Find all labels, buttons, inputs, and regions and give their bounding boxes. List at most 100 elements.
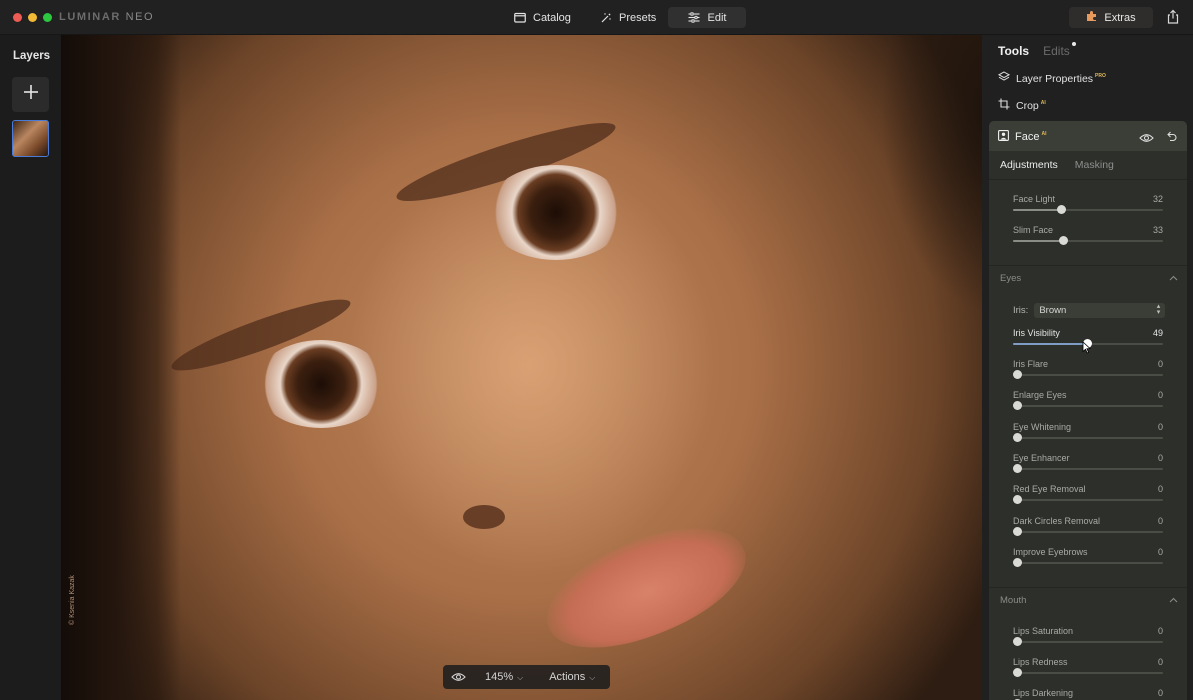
slider-enlarge-eyes[interactable]: Enlarge Eyes 0 xyxy=(1013,390,1163,416)
slider-value: 0 xyxy=(1157,657,1163,667)
slider-knob[interactable] xyxy=(1013,370,1022,379)
tab-edit-label: Edit xyxy=(707,11,727,24)
slider-dark-circles-removal[interactable]: Dark Circles Removal 0 xyxy=(1013,516,1163,542)
layer-thumbnail[interactable] xyxy=(12,120,49,157)
slider-track[interactable] xyxy=(1013,668,1163,677)
face-title: Face AI xyxy=(998,130,1046,144)
slider-track[interactable] xyxy=(1013,558,1163,567)
iris-row: Iris: Brown ▴ ▾ xyxy=(1013,303,1166,318)
logo-luminar: LUMINAR xyxy=(59,11,121,23)
slider-knob[interactable] xyxy=(1013,464,1022,473)
tab-edit[interactable]: Edit xyxy=(668,7,746,28)
tools-panel: Tools Edits Layer Properties PRO Crop AI F… xyxy=(982,35,1193,700)
slider-value: 0 xyxy=(1157,626,1163,636)
share-icon[interactable] xyxy=(1165,9,1181,25)
tab-presets-label: Presets xyxy=(619,11,657,24)
actions-dropdown[interactable]: Actions ⌵ xyxy=(549,671,595,683)
slider-value: 32 xyxy=(1152,194,1163,204)
slider-improve-eyebrows[interactable]: Improve Eyebrows 0 xyxy=(1013,547,1163,573)
chevron-up-icon xyxy=(1169,595,1178,606)
sparkle-icon xyxy=(599,11,612,24)
slider-knob[interactable] xyxy=(1013,527,1022,536)
slider-knob[interactable] xyxy=(1013,495,1022,504)
slider-label: Enlarge Eyes xyxy=(1013,390,1067,400)
slider-eye-whitening[interactable]: Eye Whitening 0 xyxy=(1013,422,1163,448)
chevron-up-icon xyxy=(1169,273,1178,284)
slider-value: 0 xyxy=(1157,453,1163,463)
slider-face-light[interactable]: Face Light 32 xyxy=(1013,194,1163,220)
section-mouth-header[interactable]: Mouth xyxy=(1000,595,1178,606)
visibility-eye-icon[interactable] xyxy=(1139,130,1154,148)
layer-properties-item[interactable]: Layer Properties PRO xyxy=(997,71,1106,86)
slider-knob[interactable] xyxy=(1013,637,1022,646)
slider-track[interactable] xyxy=(1013,401,1163,410)
folder-icon xyxy=(513,11,526,24)
minimize-window-button[interactable] xyxy=(28,13,37,22)
before-after-eye-icon[interactable] xyxy=(443,672,473,682)
crop-icon xyxy=(998,98,1010,113)
ai-badge: AI xyxy=(1040,100,1046,106)
divider xyxy=(989,587,1187,588)
photo-hair xyxy=(61,35,181,700)
iris-color-select[interactable]: Brown ▴ ▾ xyxy=(1034,303,1166,318)
tab-edits[interactable]: Edits xyxy=(1043,42,1076,58)
subtab-masking[interactable]: Masking xyxy=(1075,159,1114,171)
add-layer-button[interactable] xyxy=(12,77,49,112)
slider-knob[interactable] xyxy=(1057,205,1066,214)
photo-hair-right xyxy=(862,35,982,335)
tab-presets[interactable]: Presets xyxy=(589,7,666,28)
slider-value: 0 xyxy=(1157,547,1163,557)
updown-chevron-icon: ▴ ▾ xyxy=(1156,303,1161,316)
slider-track[interactable] xyxy=(1013,637,1163,646)
close-window-button[interactable] xyxy=(13,13,22,22)
slider-knob[interactable] xyxy=(1013,558,1022,567)
slider-track[interactable] xyxy=(1013,464,1163,473)
slider-knob[interactable] xyxy=(1058,236,1068,245)
section-eyes-header[interactable]: Eyes xyxy=(1000,273,1178,284)
slider-track[interactable] xyxy=(1013,527,1163,536)
slider-label: Slim Face xyxy=(1013,225,1054,235)
slider-label: Iris Visibility xyxy=(1013,328,1060,338)
slider-knob[interactable] xyxy=(1013,433,1022,442)
slider-lips-saturation[interactable]: Lips Saturation 0 xyxy=(1013,626,1163,652)
slider-track[interactable] xyxy=(1013,495,1163,504)
iris-label: Iris: xyxy=(1013,305,1029,316)
slider-knob[interactable] xyxy=(1013,668,1022,677)
slider-red-eye-removal[interactable]: Red Eye Removal 0 xyxy=(1013,484,1163,510)
extras-button[interactable]: Extras xyxy=(1069,7,1153,28)
reset-undo-icon[interactable] xyxy=(1165,129,1177,147)
tab-catalog[interactable]: Catalog xyxy=(503,7,581,28)
slider-label: Eye Whitening xyxy=(1013,422,1072,432)
section-mouth-label: Mouth xyxy=(1000,595,1027,606)
slider-iris-flare[interactable]: Iris Flare 0 xyxy=(1013,359,1163,385)
slider-value: 0 xyxy=(1157,484,1163,494)
slider-label: Improve Eyebrows xyxy=(1013,547,1088,557)
chevron-down-icon: ⌵ xyxy=(517,673,524,682)
slider-fill xyxy=(1013,343,1087,345)
slider-value: 49 xyxy=(1152,328,1163,338)
slider-track[interactable] xyxy=(1013,236,1163,245)
slider-lips-darkening[interactable]: Lips Darkening 0 xyxy=(1013,688,1163,700)
divider xyxy=(989,265,1187,266)
slider-knob[interactable] xyxy=(1013,401,1022,410)
subtab-adjustments[interactable]: Adjustments xyxy=(1000,159,1058,171)
crop-item[interactable]: Crop AI xyxy=(998,98,1046,113)
face-tool-header[interactable]: Face AI xyxy=(989,121,1187,151)
app-logo: LUMINAR NEO xyxy=(59,11,154,23)
slider-track[interactable] xyxy=(1013,433,1163,442)
mouse-pointer-icon xyxy=(1082,341,1091,359)
slider-slim-face[interactable]: Slim Face 33 xyxy=(1013,225,1163,251)
slider-value: 0 xyxy=(1157,516,1163,526)
iris-select-value: Brown xyxy=(1039,305,1067,316)
slider-label: Iris Flare xyxy=(1013,359,1049,369)
slider-value: 0 xyxy=(1157,422,1163,432)
slider-eye-enhancer[interactable]: Eye Enhancer 0 xyxy=(1013,453,1163,479)
zoom-window-button[interactable] xyxy=(43,13,52,22)
zoom-dropdown[interactable]: 145% ⌵ xyxy=(485,671,523,683)
tab-tools[interactable]: Tools xyxy=(998,44,1029,58)
slider-track[interactable] xyxy=(1013,205,1163,214)
face-tool-card: Face AI Adjustments Masking Face Light 32… xyxy=(989,121,1187,700)
photo-canvas[interactable]: © Ksenia Kazak xyxy=(61,35,982,700)
slider-track[interactable] xyxy=(1013,370,1163,379)
slider-lips-redness[interactable]: Lips Redness 0 xyxy=(1013,657,1163,683)
